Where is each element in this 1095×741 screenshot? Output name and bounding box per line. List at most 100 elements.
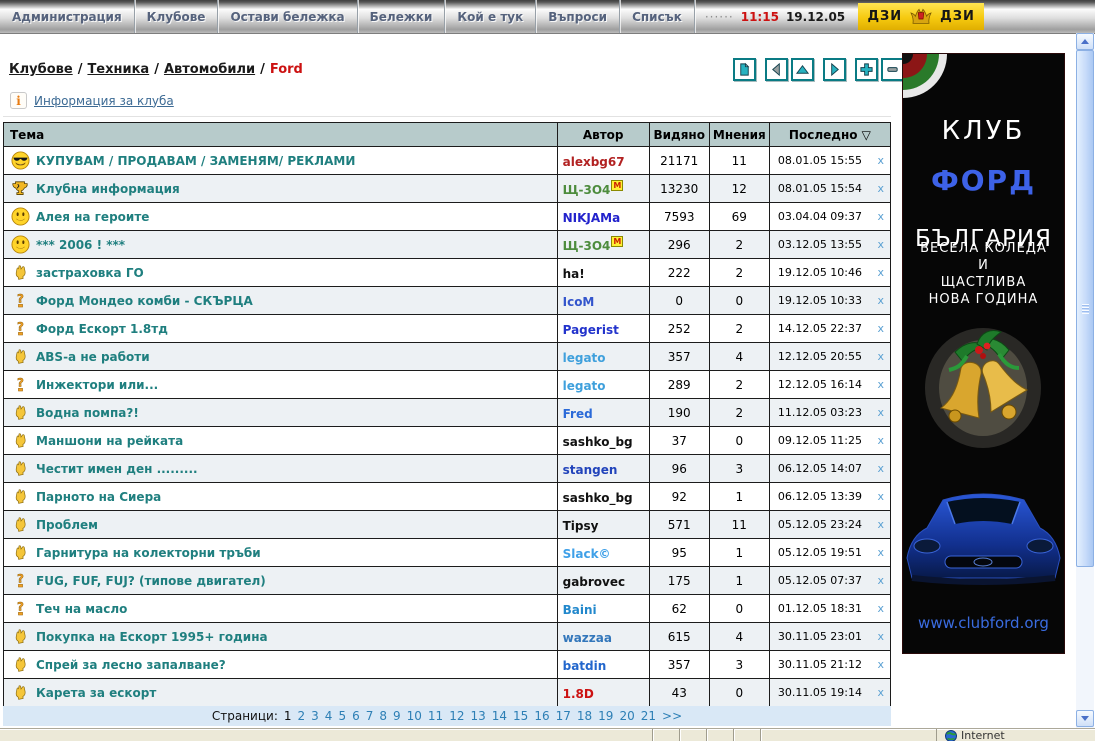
column-header-1[interactable]: Тема: [4, 123, 558, 147]
pagination-page-link[interactable]: 12: [449, 709, 464, 723]
pagination-page-link[interactable]: 11: [428, 709, 443, 723]
pagination-page-link[interactable]: 7: [366, 709, 374, 723]
column-header-3[interactable]: Видяно: [649, 123, 709, 147]
topic-link[interactable]: Водна помпа?!: [36, 406, 139, 420]
topic-author[interactable]: Fred: [563, 407, 593, 421]
topic-link[interactable]: Гарнитура на колекторни тръби: [36, 546, 261, 560]
pagination-page-link[interactable]: 14: [492, 709, 507, 723]
topic-author[interactable]: stangen: [563, 463, 618, 477]
scrollbar-up-button[interactable]: [1076, 33, 1094, 50]
pagination-page-link[interactable]: 4: [325, 709, 333, 723]
dzi-ad-banner[interactable]: ДЗИ ДЗИ: [858, 3, 984, 30]
delete-topic-link[interactable]: x: [877, 658, 884, 671]
topic-link[interactable]: Форд Мондео комби - СКЪРЦА: [36, 294, 253, 308]
pagination-page-link[interactable]: 19: [598, 709, 613, 723]
new-topic-button[interactable]: [733, 58, 756, 81]
banner-url-link[interactable]: www.clubford.org: [903, 614, 1064, 632]
topic-link[interactable]: Алея на героите: [36, 210, 149, 224]
nav-item-6[interactable]: Въпроси: [536, 0, 620, 33]
delete-topic-link[interactable]: x: [877, 434, 884, 447]
topic-link[interactable]: *** 2006 ! ***: [36, 238, 125, 252]
topic-link[interactable]: Форд Ескорт 1.8тд: [36, 322, 168, 336]
topic-link[interactable]: Проблем: [36, 518, 98, 532]
pagination-page-link[interactable]: 5: [338, 709, 346, 723]
topic-link[interactable]: Спрей за лесно запалване?: [36, 658, 226, 672]
topic-link[interactable]: Карета за ескорт: [36, 686, 156, 700]
delete-topic-link[interactable]: x: [877, 406, 884, 419]
pagination-page-link[interactable]: 10: [407, 709, 422, 723]
pagination-page-link[interactable]: 9: [393, 709, 401, 723]
pagination-page-link[interactable]: 17: [556, 709, 571, 723]
column-header-2[interactable]: Автор: [557, 123, 649, 147]
pagination-page-link[interactable]: 21: [641, 709, 656, 723]
pagination-page-link[interactable]: 8: [379, 709, 387, 723]
topic-author[interactable]: 1.8D: [563, 687, 594, 701]
delete-topic-link[interactable]: x: [877, 686, 884, 699]
delete-topic-link[interactable]: x: [877, 630, 884, 643]
pagination-page-link[interactable]: 3: [311, 709, 319, 723]
topic-author[interactable]: Slack©: [563, 547, 611, 561]
delete-topic-link[interactable]: x: [877, 322, 884, 335]
nav-item-4[interactable]: Бележки: [358, 0, 446, 33]
delete-topic-link[interactable]: x: [877, 210, 884, 223]
topic-author[interactable]: legato: [563, 379, 606, 393]
page-top-button[interactable]: [791, 58, 814, 81]
delete-topic-link[interactable]: x: [877, 574, 884, 587]
prev-page-button[interactable]: [765, 58, 788, 81]
nav-item-1[interactable]: Администрация: [0, 0, 135, 33]
topic-author[interactable]: IcoM: [563, 295, 595, 309]
delete-topic-link[interactable]: x: [877, 154, 884, 167]
topic-author[interactable]: Щ-3О4: [563, 239, 611, 253]
topic-author[interactable]: ha!: [563, 267, 585, 281]
topic-link[interactable]: застраховка ГО: [36, 266, 144, 280]
topic-link[interactable]: Покупка на Ескорт 1995+ година: [36, 630, 268, 644]
scrollbar-down-button[interactable]: [1076, 710, 1094, 727]
pagination-page-link[interactable]: 6: [352, 709, 360, 723]
delete-topic-link[interactable]: x: [877, 518, 884, 531]
club-info-link[interactable]: Информация за клуба: [34, 94, 174, 108]
topic-author[interactable]: alexbg67: [563, 155, 625, 169]
topic-link[interactable]: Парното на Сиера: [36, 490, 161, 504]
nav-item-3[interactable]: Остави бележка: [218, 0, 357, 33]
delete-topic-link[interactable]: x: [877, 546, 884, 559]
pagination-page-link[interactable]: 20: [619, 709, 634, 723]
topic-link[interactable]: Инжектори или...: [36, 378, 158, 392]
topic-link[interactable]: Теч на масло: [36, 602, 127, 616]
delete-topic-link[interactable]: x: [877, 182, 884, 195]
topic-link[interactable]: Маншони на рейката: [36, 434, 183, 448]
delete-topic-link[interactable]: x: [877, 266, 884, 279]
column-header-4[interactable]: Мнения: [709, 123, 769, 147]
vertical-scrollbar[interactable]: [1076, 33, 1094, 728]
topic-link[interactable]: Клубна информация: [36, 182, 180, 196]
topic-link[interactable]: FUG, FUF, FUJ? (типове двигател): [36, 574, 266, 588]
pagination-page-link[interactable]: 16: [534, 709, 549, 723]
clubford-ad-banner[interactable]: КЛУБ ФОРД БЪЛГАРИЯ ВЕСЕЛА КОЛЕДА И ЩАСТЛ…: [902, 53, 1065, 654]
pagination-page-link[interactable]: 2: [298, 709, 306, 723]
topic-author[interactable]: Tipsy: [563, 519, 599, 533]
topic-author[interactable]: Щ-3О4: [563, 183, 611, 197]
pagination-page-link[interactable]: 15: [513, 709, 528, 723]
breadcrumb-link-1[interactable]: Клубове: [9, 62, 73, 77]
topic-author[interactable]: Pagerist: [563, 323, 619, 337]
delete-topic-link[interactable]: x: [877, 378, 884, 391]
pagination-page-link[interactable]: 13: [470, 709, 485, 723]
topic-link[interactable]: ABS-а не работи: [36, 350, 150, 364]
topic-link[interactable]: Честит имен ден .........: [36, 462, 198, 476]
delete-topic-link[interactable]: x: [877, 350, 884, 363]
topic-author[interactable]: Baini: [563, 603, 597, 617]
nav-item-2[interactable]: Клубове: [135, 0, 219, 33]
nav-item-7[interactable]: Списък: [620, 0, 695, 33]
delete-topic-link[interactable]: x: [877, 490, 884, 503]
topic-author[interactable]: wazzaa: [563, 631, 612, 645]
topic-author[interactable]: sashko_bg: [563, 491, 633, 505]
topic-author[interactable]: gabrovec: [563, 575, 626, 589]
delete-topic-link[interactable]: x: [877, 462, 884, 475]
topic-author[interactable]: sashko_bg: [563, 435, 633, 449]
expand-button[interactable]: [855, 58, 878, 81]
delete-topic-link[interactable]: x: [877, 238, 884, 251]
nav-item-5[interactable]: Кой е тук: [445, 0, 536, 33]
pagination-next-link[interactable]: >>: [662, 709, 682, 723]
topic-author[interactable]: legato: [563, 351, 606, 365]
topic-link[interactable]: КУПУВАМ / ПРОДАВАМ / ЗАМЕНЯМ/ РЕКЛАМИ: [36, 154, 355, 168]
collapse-button[interactable]: [881, 58, 904, 81]
